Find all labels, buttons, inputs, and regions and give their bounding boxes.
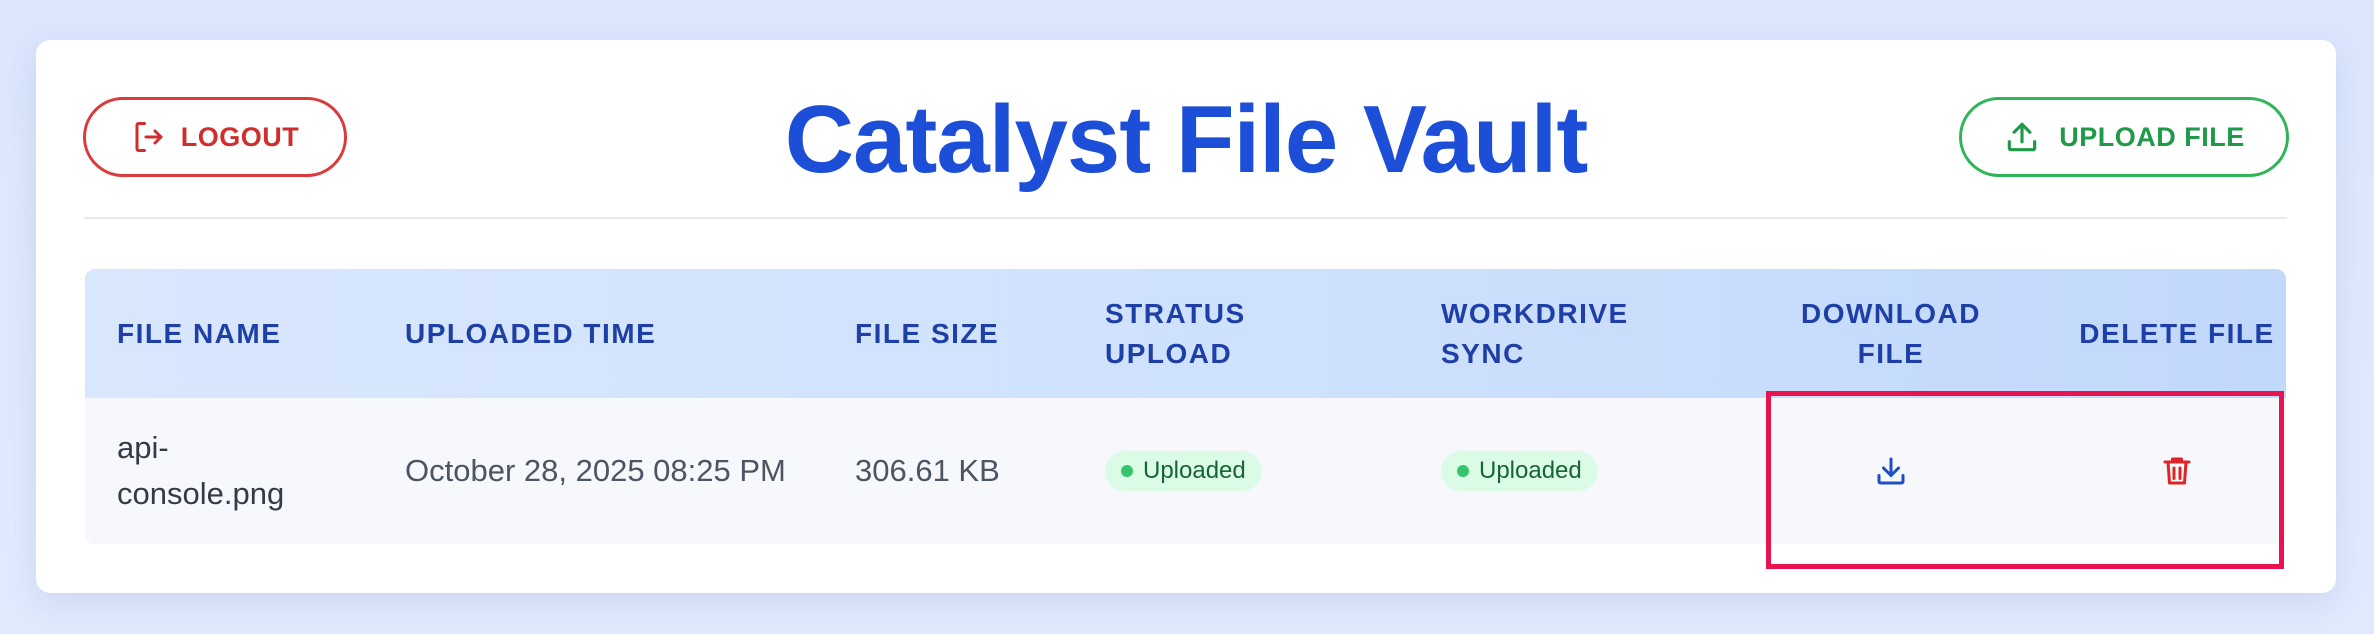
cell-workdrive-sync: Uploaded: [1441, 398, 1741, 544]
file-vault-card: LOGOUT Catalyst File Vault UPLOAD FILE F…: [36, 40, 2336, 593]
column-header-download-file: DOWNLOAD FILE: [1801, 297, 1981, 369]
table-header: FILE NAME UPLOADED TIME FILE SIZE STRATU…: [85, 269, 2286, 398]
status-badge: Uploaded: [1105, 451, 1262, 491]
column-header-stratus-upload: STRATUS UPLOAD: [1105, 297, 1246, 369]
table-row: api-console.png October 28, 2025 08:25 P…: [85, 398, 2286, 544]
column-header-file-name: FILE NAME: [117, 317, 282, 349]
upload-file-button[interactable]: UPLOAD FILE: [1959, 97, 2289, 177]
cell-uploaded-time: October 28, 2025 08:25 PM: [405, 453, 786, 488]
upload-file-label: UPLOAD FILE: [2059, 121, 2245, 152]
column-header-workdrive-sync: WORKDRIVE SYNC: [1441, 297, 1629, 369]
status-badge: Uploaded: [1441, 451, 1598, 491]
cell-file-name: api-console.png: [117, 430, 285, 511]
status-dot: [1457, 465, 1469, 477]
column-header-uploaded-time: UPLOADED TIME: [405, 317, 657, 349]
status-dot: [1121, 465, 1133, 477]
header-divider: [84, 217, 2287, 219]
download-icon: [1877, 457, 1905, 485]
cell-delete: [2077, 398, 2277, 544]
status-label: Uploaded: [1143, 457, 1246, 484]
cell-download: [1791, 398, 1991, 544]
status-label: Uploaded: [1479, 457, 1582, 484]
cell-file-size: 306.61 KB: [855, 453, 1000, 488]
upload-icon: [2003, 118, 2041, 156]
trash-icon: [2163, 457, 2191, 485]
delete-button[interactable]: [2149, 443, 2205, 499]
download-button[interactable]: [1863, 443, 1919, 499]
cell-stratus-upload: Uploaded: [1105, 398, 1405, 544]
files-table: FILE NAME UPLOADED TIME FILE SIZE STRATU…: [85, 269, 2286, 544]
column-header-delete-file: DELETE FILE: [2079, 317, 2275, 349]
column-header-file-size: FILE SIZE: [855, 317, 1000, 349]
